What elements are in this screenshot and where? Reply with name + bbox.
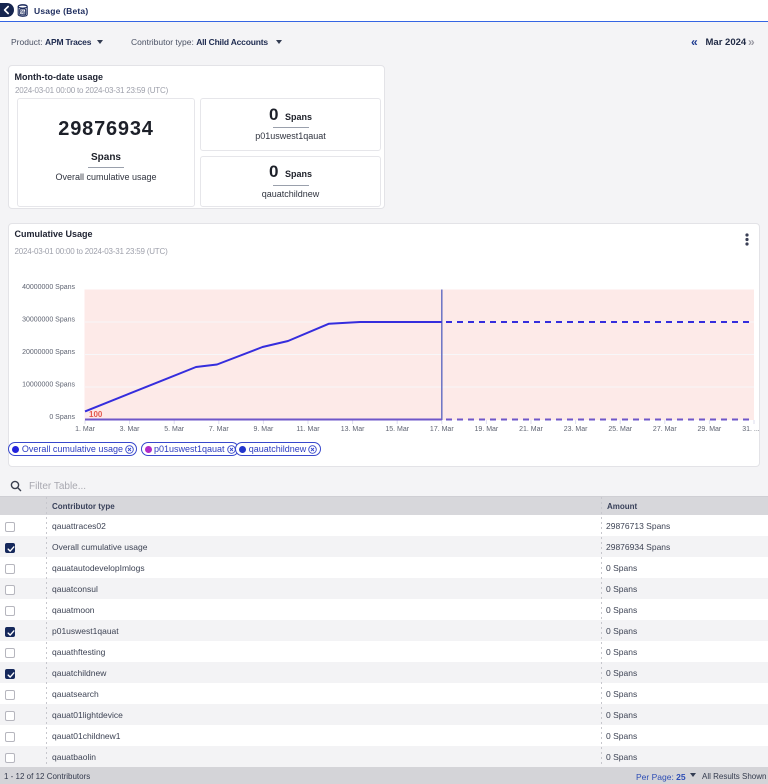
svg-text:10000000 Spans: 10000000 Spans [22,381,75,388]
svg-text:11. Mar: 11. Mar [296,426,320,433]
svg-text:31. ...: 31. ... [742,426,759,433]
svg-text:30000000 Spans: 30000000 Spans [22,316,75,323]
svg-text:25. Mar: 25. Mar [608,426,632,433]
svg-text:21. Mar: 21. Mar [519,426,543,433]
svg-text:20000000 Spans: 20000000 Spans [22,349,75,356]
svg-text:23. Mar: 23. Mar [564,426,588,433]
svg-text:40000000 Spans: 40000000 Spans [22,284,75,291]
svg-text:17. Mar: 17. Mar [430,426,454,433]
svg-text:7. Mar: 7. Mar [209,426,230,433]
svg-text:1. Mar: 1. Mar [75,426,96,433]
svg-text:15. Mar: 15. Mar [385,426,409,433]
svg-text:27. Mar: 27. Mar [653,426,677,433]
svg-text:%: % [20,10,25,16]
svg-text:100: 100 [89,410,103,419]
svg-text:3. Mar: 3. Mar [120,426,141,433]
svg-text:19. Mar: 19. Mar [475,426,499,433]
svg-text:5. Mar: 5. Mar [164,426,185,433]
svg-text:0 Spans: 0 Spans [49,414,75,421]
svg-text:13. Mar: 13. Mar [341,426,365,433]
svg-text:29. Mar: 29. Mar [698,426,722,433]
svg-text:9. Mar: 9. Mar [253,426,274,433]
